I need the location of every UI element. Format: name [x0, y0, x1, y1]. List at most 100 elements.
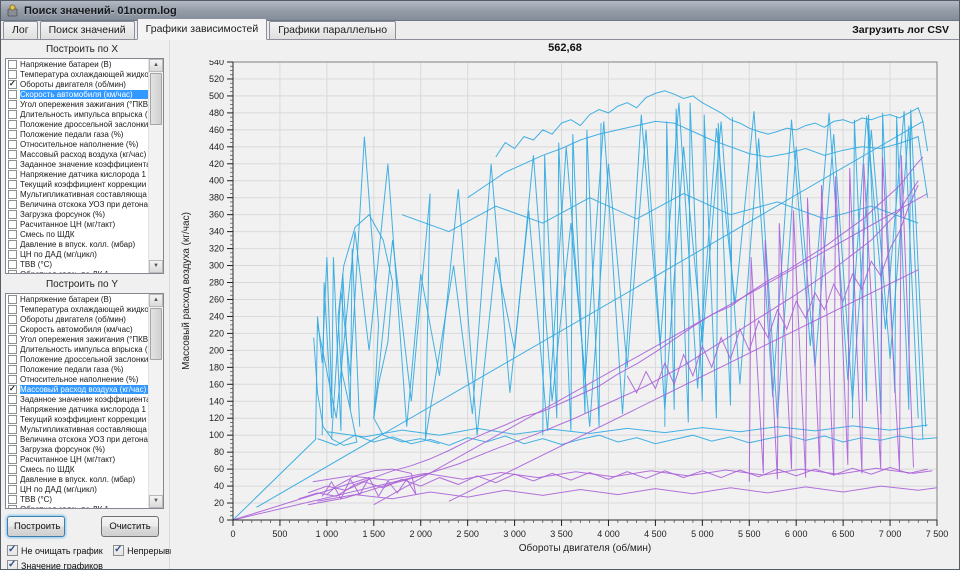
item-checkbox[interactable] [8, 119, 17, 129]
item-checkbox[interactable] [8, 424, 17, 434]
scroll-up-icon[interactable]: ▲ [149, 294, 163, 307]
item-checkbox[interactable] [8, 129, 17, 139]
tab-search-values[interactable]: Поиск значений [39, 21, 135, 39]
tab-parallel-graphs[interactable]: Графики параллельно [269, 21, 397, 39]
item-checkbox[interactable] [8, 59, 17, 69]
list-scrollbar[interactable]: ▲ ▼ [148, 294, 163, 508]
list-item[interactable]: Давление в впуск. колл. (мбар) [6, 474, 163, 484]
item-checkbox[interactable] [8, 294, 17, 304]
list-item[interactable]: Обратная связь по ДК 1 [6, 504, 163, 508]
item-checkbox[interactable] [8, 219, 17, 229]
item-checkbox[interactable] [8, 169, 17, 179]
item-checkbox[interactable] [8, 189, 17, 199]
item-checkbox[interactable] [8, 79, 17, 89]
list-item[interactable]: Напряжение датчика кислорода 1 [6, 404, 163, 414]
item-checkbox[interactable] [8, 464, 17, 474]
item-checkbox[interactable] [8, 69, 17, 79]
list-item[interactable]: Заданное значение коэффициента [6, 394, 163, 404]
list-item[interactable]: Массовый расход воздуха (кг/час) [6, 384, 163, 394]
list-item[interactable]: ЦН по ДАД (мг/цикл) [6, 484, 163, 494]
item-checkbox[interactable] [8, 324, 17, 334]
list-item[interactable]: Массовый расход воздуха (кг/час) [6, 149, 163, 159]
item-checkbox[interactable] [8, 314, 17, 324]
item-checkbox[interactable] [8, 249, 17, 259]
list-item[interactable]: Положение педали газа (%) [6, 129, 163, 139]
list-item[interactable]: Величина отскока УОЗ при детона [6, 199, 163, 209]
list-item[interactable]: Величина отскока УОЗ при детона [6, 434, 163, 444]
item-checkbox[interactable] [8, 444, 17, 454]
item-checkbox[interactable] [8, 454, 17, 464]
item-checkbox[interactable] [8, 414, 17, 424]
list-item[interactable]: Мультипликативная составляюща [6, 424, 163, 434]
item-checkbox[interactable] [8, 199, 17, 209]
item-checkbox[interactable] [8, 149, 17, 159]
item-checkbox[interactable] [8, 334, 17, 344]
item-checkbox[interactable] [8, 304, 17, 314]
scroll-down-icon[interactable]: ▼ [149, 495, 163, 508]
list-item[interactable]: Смесь по ШДК [6, 229, 163, 239]
list-item[interactable]: Текущий коэффициент коррекции [6, 179, 163, 189]
scroll-thumb[interactable] [150, 73, 162, 125]
list-item[interactable]: Положение дроссельной заслонки [6, 119, 163, 129]
scroll-up-icon[interactable]: ▲ [149, 59, 163, 72]
continuous-checkbox[interactable]: Непрерывно [113, 544, 180, 556]
list-item[interactable]: Напряжение датчика кислорода 1 [6, 169, 163, 179]
item-checkbox[interactable] [8, 474, 17, 484]
item-checkbox[interactable] [8, 364, 17, 374]
list-item[interactable]: Длительность импульса впрыска (м [6, 344, 163, 354]
item-checkbox[interactable] [8, 239, 17, 249]
item-checkbox[interactable] [8, 209, 17, 219]
list-item[interactable]: Скорость автомобиля (км/час) [6, 89, 163, 99]
list-item[interactable]: Напряжение батареи (В) [6, 294, 163, 304]
y-parameter-list[interactable]: Напряжение батареи (В) Температура охлажд… [5, 293, 164, 509]
list-item[interactable]: ТВВ (°С) [6, 494, 163, 504]
clear-button[interactable]: Очистить [101, 516, 159, 537]
list-item[interactable]: Давление в впуск. колл. (мбар) [6, 239, 163, 249]
list-item[interactable]: Заданное значение коэффициента [6, 159, 163, 169]
list-item[interactable]: Расчитанное ЦН (мг/такт) [6, 454, 163, 464]
list-item[interactable]: Обороты двигателя (об/мин) [6, 314, 163, 324]
load-csv-button[interactable]: Загрузить лог CSV [852, 24, 949, 36]
list-item[interactable]: Обратная связь по ДК 1 [6, 269, 163, 273]
tab-dependency-graphs[interactable]: Графики зависимостей [136, 18, 268, 40]
scroll-down-icon[interactable]: ▼ [149, 260, 163, 273]
list-item[interactable]: ЦН по ДАД (мг/цикл) [6, 249, 163, 259]
item-checkbox[interactable] [8, 159, 17, 169]
item-checkbox[interactable] [8, 269, 17, 273]
list-item[interactable]: Относительное наполнение (%) [6, 374, 163, 384]
list-scrollbar[interactable]: ▲ ▼ [148, 59, 163, 273]
scatter-plot[interactable]: 0 500 1 000 1 500 2 000 2 500 3 000 3 500 4 000 4… [171, 60, 959, 570]
list-item[interactable]: Загрузка форсунок (%) [6, 444, 163, 454]
item-checkbox[interactable] [8, 344, 17, 354]
item-checkbox[interactable] [8, 109, 17, 119]
list-item[interactable]: Длительность импульса впрыска (м [6, 109, 163, 119]
item-checkbox[interactable] [8, 354, 17, 364]
list-item[interactable]: Напряжение батареи (В) [6, 59, 163, 69]
no-clear-checkbox[interactable]: Не очищать график [7, 544, 103, 556]
tab-log[interactable]: Лог [3, 21, 38, 39]
item-checkbox[interactable] [8, 89, 17, 99]
item-checkbox[interactable] [8, 229, 17, 239]
item-checkbox[interactable] [8, 259, 17, 269]
list-item[interactable]: Мультипликативная составляюща [6, 189, 163, 199]
x-parameter-list[interactable]: Напряжение батареи (В) Температура охлажд… [5, 58, 164, 274]
item-checkbox[interactable] [8, 374, 17, 384]
list-item[interactable]: Текущий коэффициент коррекции [6, 414, 163, 424]
list-item[interactable]: Положение дроссельной заслонки [6, 354, 163, 364]
list-item[interactable]: Обороты двигателя (об/мин) [6, 79, 163, 89]
show-values-checkbox[interactable]: Значение графиков [7, 559, 103, 569]
list-item[interactable]: Угол опережения зажигания (°ПКВ [6, 334, 163, 344]
item-checkbox[interactable] [8, 404, 17, 414]
item-checkbox[interactable] [8, 494, 17, 504]
list-item[interactable]: Температура охлаждающей жидко [6, 69, 163, 79]
list-item[interactable]: Положение педали газа (%) [6, 364, 163, 374]
item-checkbox[interactable] [8, 434, 17, 444]
list-item[interactable]: Смесь по ШДК [6, 464, 163, 474]
list-item[interactable]: Угол опережения зажигания (°ПКВ [6, 99, 163, 109]
list-item[interactable]: Загрузка форсунок (%) [6, 209, 163, 219]
item-checkbox[interactable] [8, 179, 17, 189]
item-checkbox[interactable] [8, 484, 17, 494]
list-item[interactable]: Относительное наполнение (%) [6, 139, 163, 149]
list-item[interactable]: ТВВ (°С) [6, 259, 163, 269]
item-checkbox[interactable] [8, 384, 17, 394]
